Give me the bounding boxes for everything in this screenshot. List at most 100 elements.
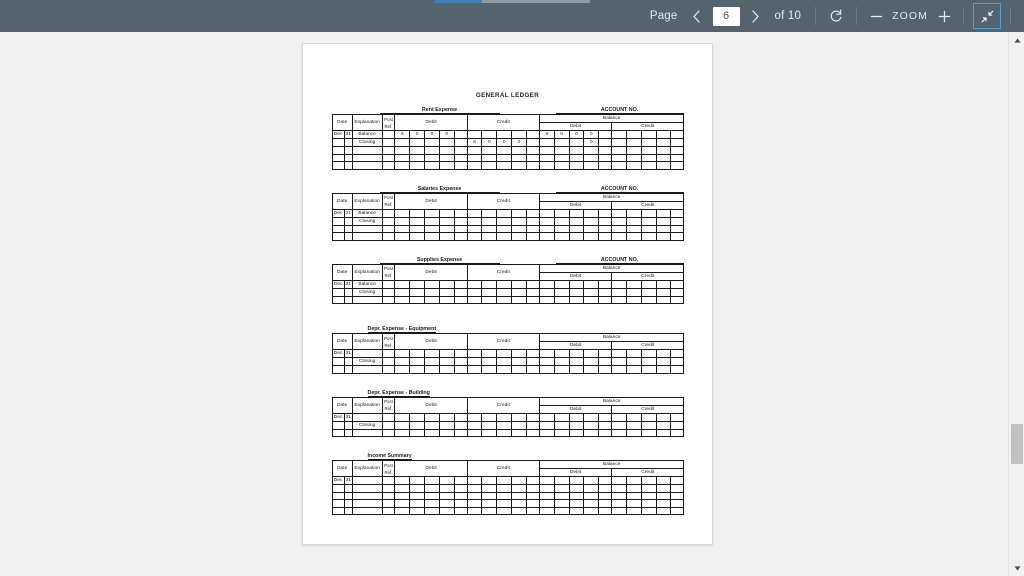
cell-post-ref	[381, 216, 396, 226]
ledger-row: Dec 31	[331, 349, 685, 358]
scrollbar-thumb[interactable]	[1011, 424, 1023, 464]
cell-post-ref	[381, 279, 396, 289]
ledger-block: Supplies Expense ACCOUNT NO. Date Explanati…	[331, 255, 685, 305]
zoom-out-button[interactable]	[864, 0, 888, 32]
cell-balance-credit-2	[640, 420, 657, 430]
cell-credit-2	[496, 153, 513, 162]
ledger-header-row-1: Date Explanation Post Ref. Debit Credit Balanc…	[331, 114, 685, 131]
cell-debit-1: 0	[409, 130, 426, 139]
cell-balance-credit-3	[655, 153, 672, 162]
header-post: Post	[384, 116, 393, 122]
cell-balance-debit-0	[538, 279, 555, 289]
header-post: Post	[384, 195, 393, 200]
cell-balance-debit-pad	[598, 357, 613, 366]
cell-balance-debit-3	[583, 287, 600, 297]
cell-debit-pad	[453, 208, 468, 218]
cell-debit-0	[394, 161, 411, 170]
scroll-up-button[interactable]	[1009, 32, 1024, 48]
cell-balance-credit-2	[640, 476, 657, 485]
cell-balance-credit-1	[625, 506, 642, 515]
cell-credit-pad	[525, 153, 540, 162]
cell-debit-0	[394, 295, 411, 304]
cell-credit-1	[481, 365, 498, 374]
cell-balance-credit-1	[625, 208, 642, 218]
ledger-row	[331, 232, 685, 241]
cell-explanation	[351, 232, 383, 241]
cell-balance-credit-1	[625, 232, 642, 241]
previous-page-button[interactable]	[685, 0, 709, 32]
rotate-button[interactable]	[823, 0, 849, 32]
cell-credit-1	[481, 153, 498, 162]
cell-debit-1	[409, 216, 426, 226]
cell-credit-0	[466, 349, 483, 358]
cell-credit-pad	[525, 357, 540, 366]
cell-balance-credit-3	[655, 491, 672, 500]
header-credit: Credit	[466, 263, 540, 281]
toolbar-divider-4	[1010, 7, 1011, 25]
cell-balance-debit-1	[553, 506, 570, 515]
vertical-scrollbar[interactable]	[1008, 32, 1024, 576]
cell-credit-0	[466, 153, 483, 162]
cell-post-ref	[381, 499, 396, 508]
cell-balance-credit-pad	[670, 161, 685, 170]
ledger-table: Date Explanation Post Ref. Debit Credit Balanc…	[331, 396, 685, 438]
ledger-table: Date Explanation Post Ref. Debit Credit Balanc…	[331, 114, 685, 170]
cell-day: 31	[343, 208, 353, 218]
cell-balance-credit-0	[611, 357, 627, 366]
cell-balance-debit-1	[553, 208, 570, 218]
cell-balance-credit-3	[655, 279, 672, 289]
zoom-group: ZOOM	[864, 0, 956, 32]
next-page-button[interactable]	[744, 0, 768, 32]
cell-balance-credit-1	[625, 153, 642, 162]
cell-credit-0	[466, 506, 483, 515]
ledger-row: Dec 31	[331, 412, 685, 422]
cell-balance-credit-1	[625, 357, 642, 366]
cell-month	[331, 295, 345, 304]
scroll-down-button[interactable]	[1009, 560, 1024, 576]
ledger-header-strip: Income Summary	[332, 451, 684, 460]
fullscreen-exit-button[interactable]	[973, 3, 1001, 29]
cell-post-ref	[381, 349, 396, 358]
cell-debit-2	[424, 484, 440, 493]
cell-credit-pad	[525, 208, 540, 218]
cell-balance-credit-pad	[670, 146, 685, 155]
cell-debit-1	[409, 208, 426, 218]
cell-balance-credit-2	[640, 146, 657, 155]
page-number-input[interactable]	[712, 6, 740, 26]
ledger-row: Dec 31	[331, 476, 685, 485]
cell-debit-pad	[453, 279, 468, 289]
cell-credit-2	[496, 412, 513, 422]
cell-credit-3	[511, 224, 527, 233]
header-balance-credit: Credit	[611, 468, 685, 477]
zoom-in-button[interactable]	[932, 0, 956, 32]
cell-debit-pad	[453, 216, 468, 226]
cell-balance-debit-2	[568, 349, 585, 358]
cell-balance-debit-pad	[598, 146, 613, 155]
cell-balance-credit-3	[655, 365, 672, 374]
cell-balance-debit-3	[583, 216, 600, 226]
cell-balance-credit-pad	[670, 130, 685, 139]
cell-balance-debit-1	[553, 161, 570, 170]
cell-credit-2	[496, 146, 513, 155]
cell-balance-credit-2	[640, 138, 657, 147]
cell-balance-debit-0	[538, 420, 555, 430]
header-balance: Balance	[538, 333, 685, 342]
cell-balance-credit-2	[640, 130, 657, 139]
cell-balance-debit-2	[568, 484, 585, 493]
header-post-ref: Post Ref.	[381, 263, 396, 281]
cell-balance-debit-0	[538, 161, 555, 170]
cell-credit-pad	[525, 146, 540, 155]
document-viewer[interactable]: GENERAL LEDGER Rent Expense ACCOUNT NO. Da…	[0, 32, 1008, 576]
cell-balance-debit-pad	[598, 349, 613, 358]
cell-balance-credit-1	[625, 484, 642, 493]
cell-balance-credit-2	[640, 428, 657, 437]
cell-post-ref	[381, 138, 396, 147]
cell-balance-debit-2	[568, 491, 585, 500]
cell-credit-1	[481, 146, 498, 155]
total-pages-label: of 10	[774, 10, 802, 22]
ledger-header-row-1: Date Explanation Post Ref. Debit Credit Balanc…	[331, 333, 685, 350]
cell-credit-2	[496, 428, 513, 437]
cell-debit-3	[438, 138, 455, 147]
cell-balance-credit-3	[655, 506, 672, 515]
cell-post-ref	[381, 295, 396, 304]
